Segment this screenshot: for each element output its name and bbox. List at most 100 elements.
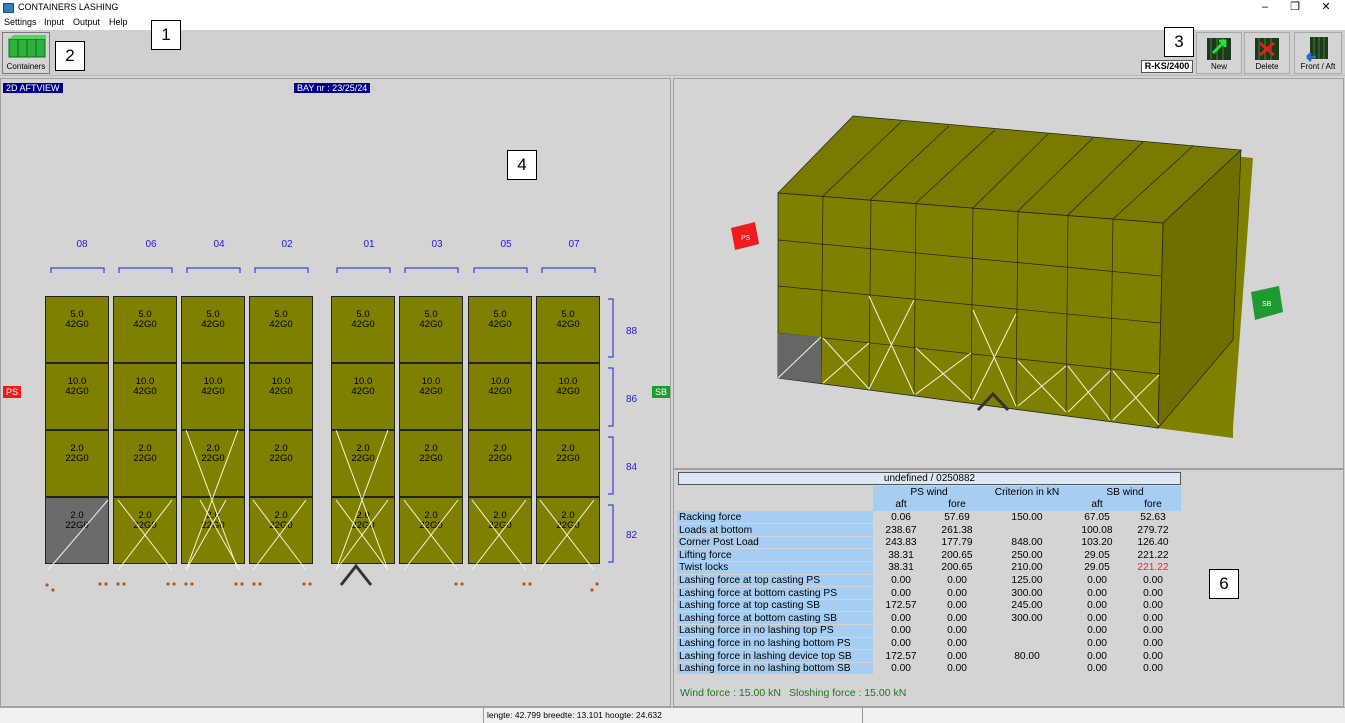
- force-value: 0.00: [1143, 663, 1163, 675]
- container-slot[interactable]: 10.0 42G0: [249, 363, 313, 430]
- force-value: 279.72: [1137, 524, 1169, 536]
- force-value: 0.00: [891, 625, 911, 637]
- container-slot[interactable]: 5.0 42G0: [113, 296, 177, 363]
- force-value: 300.00: [1011, 587, 1043, 599]
- force-value: 125.00: [1011, 574, 1043, 586]
- force-value: 52.63: [1140, 511, 1166, 523]
- force-value: 29.05: [1084, 562, 1110, 574]
- window-title: CONTAINERS LASHING: [18, 2, 119, 12]
- force-value: 0.00: [1143, 574, 1163, 586]
- ps-marker-3d: PS: [741, 235, 751, 242]
- container-slot[interactable]: 5.0 42G0: [536, 296, 600, 363]
- force-value: 0.00: [1143, 612, 1163, 624]
- force-label: Corner Post Load: [677, 536, 873, 550]
- menu-settings[interactable]: Settings: [4, 17, 37, 27]
- force-value: 0.00: [1087, 600, 1107, 612]
- force-value: 0.00: [1143, 650, 1163, 662]
- container-slot[interactable]: 10.0 42G0: [45, 363, 109, 430]
- wind-force: Wind force : 15.00 kN: [680, 687, 781, 699]
- force-value: 38.31: [888, 562, 914, 574]
- menu-help[interactable]: Help: [109, 17, 128, 27]
- force-row: Lashing force in no lashing bottom SB 0.0…: [677, 662, 1181, 676]
- containers-label: Containers: [6, 62, 46, 71]
- minimize-button[interactable]: –: [1250, 0, 1280, 16]
- sb-marker-3d: SB: [1262, 301, 1272, 308]
- new-label: New: [1210, 62, 1227, 71]
- force-value: 0.00: [891, 637, 911, 649]
- close-button[interactable]: ✕: [1311, 0, 1341, 16]
- force-value: [985, 662, 1069, 675]
- forces-title: undefined / 0250882: [678, 472, 1181, 485]
- maximize-button[interactable]: ❐: [1280, 0, 1310, 16]
- force-value: 67.05: [1084, 511, 1110, 523]
- container-slot[interactable]: 5.0 42G0: [331, 296, 395, 363]
- force-label: Twist locks: [677, 561, 873, 575]
- callout-3: 3: [1164, 27, 1194, 57]
- force-label: Lashing force in no lashing bottom SB: [677, 662, 873, 676]
- container-slot[interactable]: 10.0 42G0: [399, 363, 463, 430]
- delete-icon: [1255, 38, 1279, 60]
- force-value: 221.22: [1137, 549, 1169, 561]
- force-row: Lashing force in lashing device top SB 17…: [677, 649, 1181, 663]
- force-value: 848.00: [1011, 537, 1043, 549]
- menu-input[interactable]: Input: [44, 17, 64, 27]
- container-3d-model[interactable]: PS SB: [673, 78, 1344, 469]
- force-value: 0.00: [947, 574, 967, 586]
- force-value: 103.20: [1081, 537, 1113, 549]
- force-label: Lashing force in no lashing bottom PS: [677, 637, 873, 651]
- force-value: 0.00: [1143, 637, 1163, 649]
- column-number: 01: [363, 239, 375, 250]
- force-label: Lashing force at bottom casting PS: [677, 586, 873, 600]
- force-value: 38.31: [888, 549, 914, 561]
- containers-button[interactable]: Containers: [2, 32, 50, 74]
- container-slot[interactable]: 5.0 42G0: [181, 296, 245, 363]
- force-value: 177.79: [941, 537, 973, 549]
- front-aft-button[interactable]: Front / Aft: [1294, 32, 1342, 74]
- container-slot[interactable]: 10.0 42G0: [468, 363, 532, 430]
- force-row: Lashing force at top casting SB 172.57 0.0…: [677, 599, 1181, 613]
- container-slot[interactable]: 10.0 42G0: [536, 363, 600, 430]
- force-value: 0.00: [891, 587, 911, 599]
- force-label: Lashing force at top casting SB: [677, 599, 873, 613]
- menu-bar: Settings Input Output Help: [0, 16, 1345, 30]
- force-value: 126.40: [1137, 537, 1169, 549]
- force-value: 0.00: [947, 650, 967, 662]
- delete-button[interactable]: Delete: [1244, 32, 1290, 74]
- container-slot[interactable]: 10.0 42G0: [181, 363, 245, 430]
- column-number: 05: [500, 239, 512, 250]
- force-value: 200.65: [941, 562, 973, 574]
- container-slot[interactable]: 5.0 42G0: [468, 296, 532, 363]
- force-value: 0.00: [891, 574, 911, 586]
- container-slot[interactable]: 5.0 42G0: [249, 296, 313, 363]
- column-number: 07: [568, 239, 580, 250]
- front-aft-icon: [1306, 37, 1328, 62]
- column-number: 03: [431, 239, 443, 250]
- aft-header: aft: [873, 498, 929, 512]
- configuration-code[interactable]: R-KS/2400: [1141, 60, 1193, 73]
- forces-table: PS wind Criterion in kN SB wind aft fore…: [677, 486, 1181, 676]
- container-slot[interactable]: 10.0 42G0: [331, 363, 395, 430]
- container-slot[interactable]: 10.0 42G0: [113, 363, 177, 430]
- lashing-rods: [45, 430, 599, 592]
- fore-header: fore: [929, 498, 985, 512]
- force-row: Lashing force in no lashing bottom PS 0.0…: [677, 637, 1181, 651]
- new-button[interactable]: New: [1196, 32, 1242, 74]
- force-value: 0.00: [947, 663, 967, 675]
- container-slot[interactable]: 5.0 42G0: [399, 296, 463, 363]
- force-row: Twist locks 38.31 200.65 210.00 29.05 221.22: [677, 561, 1181, 575]
- force-value: 0.00: [891, 612, 911, 624]
- delete-label: Delete: [1255, 62, 1279, 71]
- column-number: 08: [76, 239, 88, 250]
- menu-output[interactable]: Output: [73, 17, 100, 27]
- containers-icon: [8, 35, 48, 58]
- force-value: 29.05: [1084, 549, 1110, 561]
- title-bar: CONTAINERS LASHING – ❐ ✕: [0, 0, 1345, 16]
- new-icon: [1207, 38, 1231, 60]
- force-value: 300.00: [1011, 612, 1043, 624]
- callout-6: 6: [1209, 569, 1239, 599]
- force-label: Lashing force at top casting PS: [677, 574, 873, 588]
- force-row: Lashing force at top casting PS 0.00 0.00 1…: [677, 574, 1181, 588]
- column-number: 06: [145, 239, 157, 250]
- container-slot[interactable]: 5.0 42G0: [45, 296, 109, 363]
- app-icon: [3, 3, 14, 13]
